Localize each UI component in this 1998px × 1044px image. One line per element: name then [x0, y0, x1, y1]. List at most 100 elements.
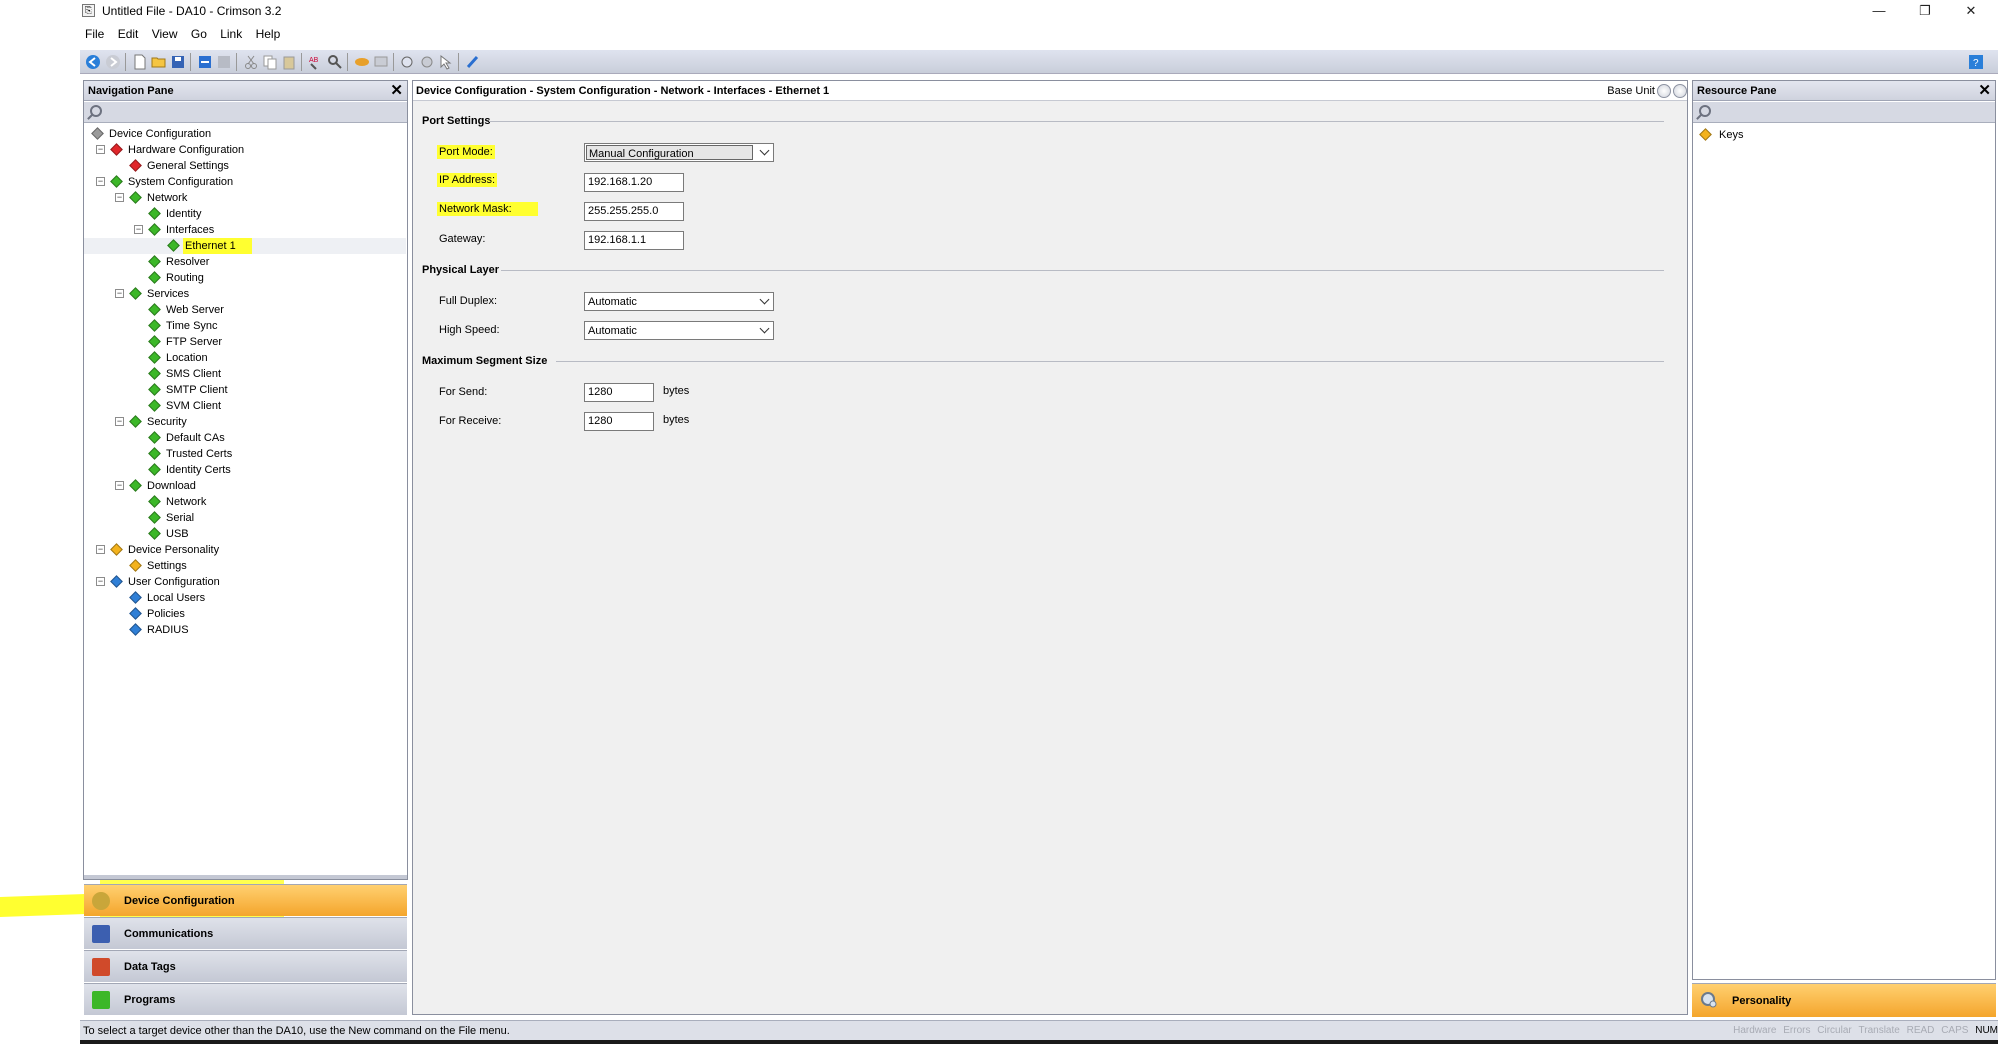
link-icon[interactable] — [354, 54, 370, 70]
collapse-icon[interactable]: − — [115, 193, 124, 202]
copy-icon[interactable] — [262, 54, 278, 70]
new-file-icon[interactable] — [132, 54, 148, 70]
tree-item[interactable]: USB — [84, 526, 406, 542]
device-configuration-button[interactable]: Device Configuration — [84, 884, 407, 916]
tree-item[interactable]: SVM Client — [84, 398, 406, 414]
download-icon[interactable] — [197, 54, 213, 70]
tree-item[interactable]: Policies — [84, 606, 406, 622]
tree-item[interactable]: − Services — [84, 286, 406, 302]
gateway-field[interactable]: 192.168.1.1 — [584, 231, 684, 250]
tree-item[interactable]: − Hardware Configuration — [84, 142, 406, 158]
high-speed-select[interactable]: Automatic — [584, 321, 774, 340]
help-icon[interactable]: ? — [1968, 54, 1984, 70]
data-tags-button[interactable]: Data Tags — [84, 950, 407, 982]
tree-item[interactable]: Default CAs — [84, 430, 406, 446]
status-diamond-icon — [148, 335, 161, 348]
search-icon[interactable] — [90, 105, 102, 117]
tree-item[interactable]: Network — [84, 494, 406, 510]
menu-view[interactable]: View — [147, 24, 183, 44]
ip-address-field[interactable]: 192.168.1.20 — [584, 173, 684, 192]
monitor-icon[interactable] — [373, 54, 389, 70]
edit-pen-icon[interactable] — [465, 54, 481, 70]
tree-item[interactable]: Web Server — [84, 302, 406, 318]
collapse-icon[interactable]: − — [96, 145, 105, 154]
port-mode-select[interactable]: Manual Configuration — [584, 143, 774, 162]
translate-icon[interactable] — [400, 54, 416, 70]
find-icon[interactable] — [327, 54, 343, 70]
status-bar: To select a target device other than the… — [80, 1020, 1998, 1040]
forward-icon[interactable] — [105, 54, 121, 70]
search-icon[interactable] — [1699, 105, 1711, 117]
network-mask-field[interactable]: 255.255.255.0 — [584, 202, 684, 221]
collapse-icon[interactable]: − — [96, 577, 105, 586]
tree-item[interactable]: RADIUS — [84, 622, 406, 638]
open-folder-icon[interactable] — [151, 54, 167, 70]
collapse-icon[interactable]: − — [96, 545, 105, 554]
collapse-icon[interactable]: − — [115, 481, 124, 490]
close-button[interactable]: ✕ — [1948, 0, 1994, 22]
tree-item[interactable]: SMTP Client — [84, 382, 406, 398]
tree-item-label: Time Sync — [166, 320, 218, 332]
search-strip[interactable] — [1693, 102, 1995, 123]
tree-item[interactable]: Serial — [84, 510, 406, 526]
for-receive-field[interactable]: 1280 — [584, 412, 654, 431]
menu-link[interactable]: Link — [215, 24, 247, 44]
personality-button[interactable]: Personality — [1692, 983, 1996, 1017]
splitter[interactable] — [84, 875, 407, 879]
tree-item[interactable]: Settings — [84, 558, 406, 574]
tree-item[interactable]: − Network — [84, 190, 406, 206]
menu-edit[interactable]: Edit — [113, 24, 144, 44]
base-unit-prev-button[interactable] — [1657, 84, 1671, 98]
tree-item[interactable]: SMS Client — [84, 366, 406, 382]
tree-item[interactable]: Ethernet 1 — [84, 238, 406, 254]
menu-file[interactable]: File — [80, 24, 109, 44]
upload-icon[interactable] — [216, 54, 232, 70]
tree-item[interactable]: Routing — [84, 270, 406, 286]
gear-icon — [92, 892, 110, 910]
tree-item[interactable]: Resolver — [84, 254, 406, 270]
collapse-icon[interactable]: − — [115, 417, 124, 426]
tree-item[interactable]: Location — [84, 350, 406, 366]
save-icon[interactable] — [170, 54, 186, 70]
tree-item[interactable]: − Interfaces — [84, 222, 406, 238]
tree-item[interactable]: Device Configuration — [84, 126, 406, 142]
tree-item[interactable]: Trusted Certs — [84, 446, 406, 462]
search-strip[interactable] — [84, 102, 407, 123]
for-send-field[interactable]: 1280 — [584, 383, 654, 402]
tools-icon[interactable] — [419, 54, 435, 70]
tree-item[interactable]: − Device Personality — [84, 542, 406, 558]
communications-button[interactable]: Communications — [84, 917, 407, 949]
navigation-pane: Navigation Pane ✕ Device Configuration − H… — [83, 80, 408, 880]
menu-go[interactable]: Go — [186, 24, 212, 44]
close-icon[interactable]: ✕ — [1978, 81, 1991, 101]
paste-icon[interactable] — [281, 54, 297, 70]
tree-item[interactable]: − User Configuration — [84, 574, 406, 590]
for-receive-unit: bytes — [663, 414, 690, 426]
collapse-icon[interactable]: − — [96, 177, 105, 186]
tree-item[interactable]: − Download — [84, 478, 406, 494]
menu-help[interactable]: Help — [251, 24, 286, 44]
tree-item-label: Network — [166, 496, 207, 508]
base-unit-next-button[interactable] — [1673, 84, 1687, 98]
tree-item[interactable]: Local Users — [84, 590, 406, 606]
minimize-button[interactable]: — — [1856, 0, 1902, 22]
status-diamond-icon — [148, 303, 161, 316]
close-icon[interactable]: ✕ — [390, 81, 403, 101]
collapse-icon[interactable]: − — [134, 225, 143, 234]
restore-button[interactable]: ❐ — [1902, 0, 1948, 22]
tree-item[interactable]: General Settings — [84, 158, 406, 174]
tree-item[interactable]: − System Configuration — [84, 174, 406, 190]
tree-item[interactable]: FTP Server — [84, 334, 406, 350]
collapse-icon[interactable]: − — [115, 289, 124, 298]
tree-item[interactable]: Time Sync — [84, 318, 406, 334]
pointer-icon[interactable] — [438, 54, 454, 70]
tree-item[interactable]: − Security — [84, 414, 406, 430]
full-duplex-select[interactable]: Automatic — [584, 292, 774, 311]
tree-item[interactable]: Identity Certs — [84, 462, 406, 478]
back-icon[interactable] — [85, 54, 101, 70]
toolbar-separator — [236, 53, 237, 71]
find-replace-icon[interactable]: AB — [308, 54, 324, 70]
cut-icon[interactable] — [243, 54, 259, 70]
programs-button[interactable]: Programs — [84, 983, 407, 1015]
tree-item[interactable]: Identity — [84, 206, 406, 222]
